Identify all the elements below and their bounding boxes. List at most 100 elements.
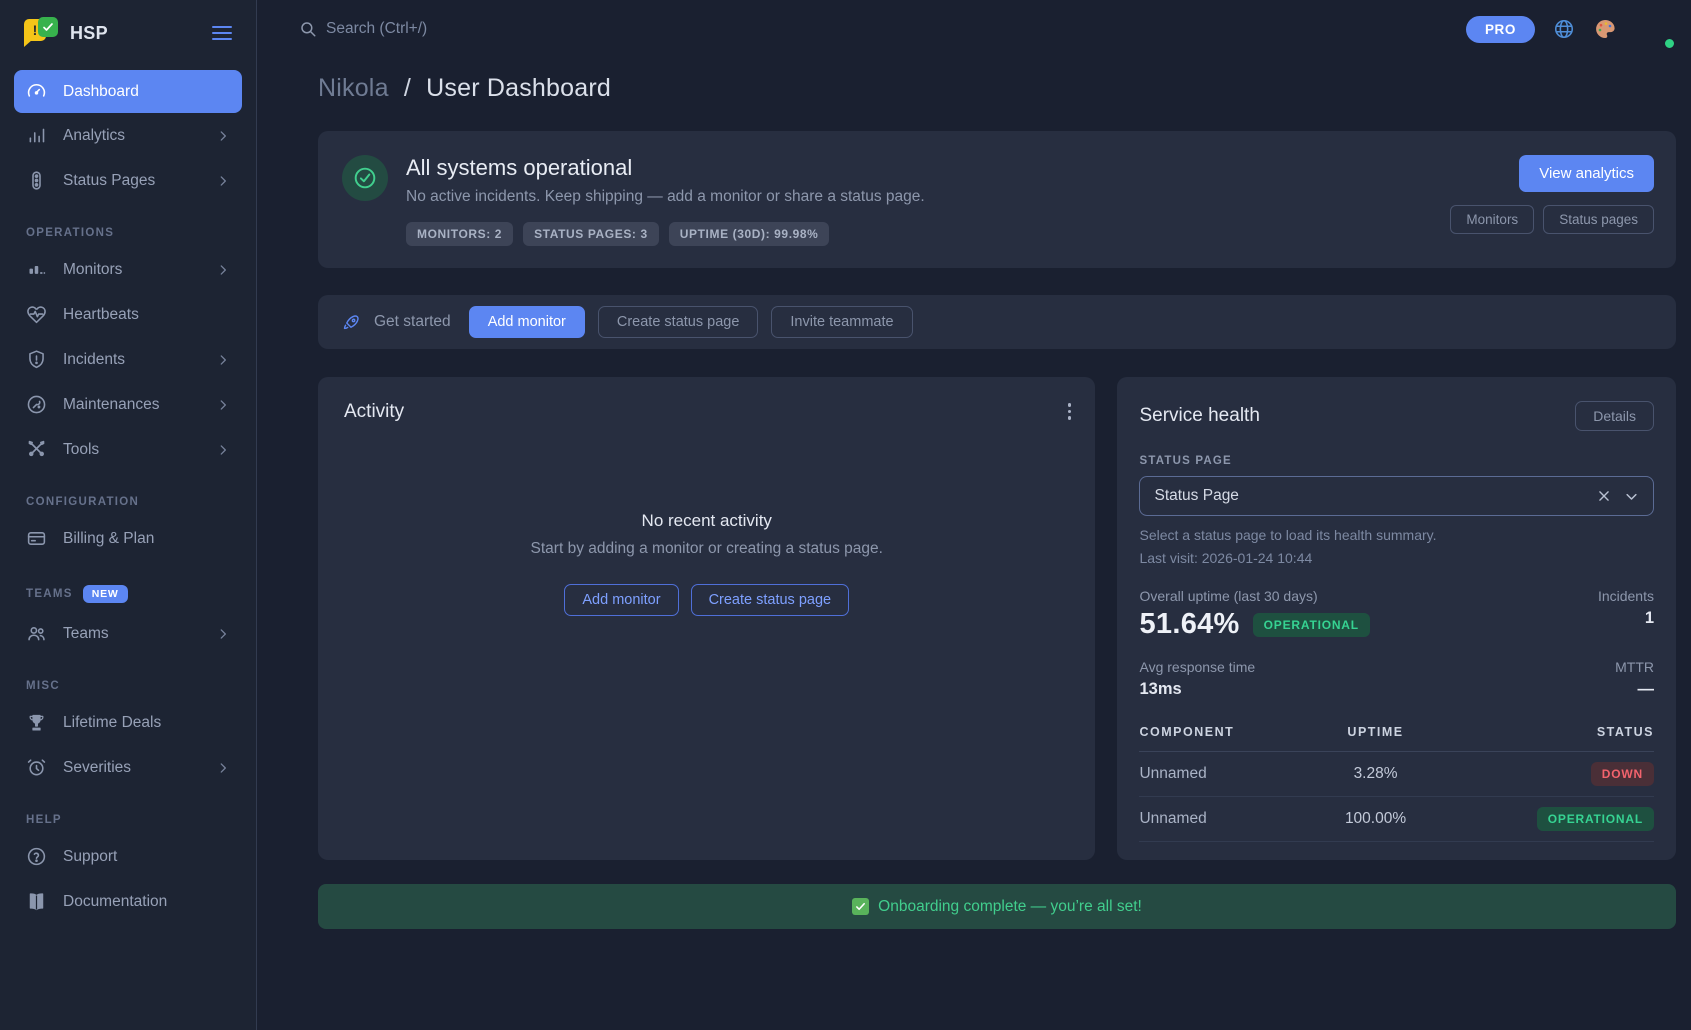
get-started-bar: Get started Add monitor Create status pa… [318,295,1676,349]
uptime-30d-chip: UPTIME (30D): 99.98% [669,222,830,246]
sidebar-item-incidents[interactable]: Incidents [0,337,256,382]
select-helper-text: Select a status page to load its health … [1139,527,1654,543]
activity-card: Activity No recent activity Start by add… [318,377,1095,860]
invite-teammate-button[interactable]: Invite teammate [771,306,912,338]
sidebar-item-dashboard[interactable]: Dashboard [14,70,242,113]
hero-stat-chips: MONITORS: 2 STATUS PAGES: 3 UPTIME (30D)… [406,222,925,246]
chevron-right-icon [216,443,230,457]
create-status-page-button[interactable]: Create status page [598,306,759,338]
sidebar-item-documentation[interactable]: Documentation [0,879,256,924]
empty-create-status-page-button[interactable]: Create status page [691,584,850,616]
sidebar-item-monitors[interactable]: Monitors [0,247,256,292]
activity-empty-state: No recent activity Start by adding a mon… [344,511,1069,616]
details-button[interactable]: Details [1575,401,1654,431]
sidebar-item-teams[interactable]: Teams [0,611,256,656]
topbar: PRO [257,0,1691,58]
column-header-component: COMPONENT [1139,717,1317,752]
pro-badge[interactable]: PRO [1466,16,1535,43]
sidebar-item-maintenances[interactable]: Maintenances [0,382,256,427]
status-page-select[interactable]: Status Page [1139,476,1654,516]
sidebar-section-misc: MISC [0,656,256,700]
component-name: Unnamed [1139,797,1317,842]
brand-header: ! HSP [0,0,256,66]
status-pages-count-chip: STATUS PAGES: 3 [523,222,659,246]
bar-chart-icon [26,125,47,146]
sidebar-item-severities[interactable]: Severities [0,745,256,790]
components-table: COMPONENT UPTIME STATUS Unnamed 3.28% DO… [1139,717,1654,842]
sidebar-item-billing-plan[interactable]: Billing & Plan [0,516,256,561]
column-header-status: STATUS [1433,717,1654,752]
sidebar-item-label: Severities [63,759,200,777]
sidebar-item-label: Documentation [63,893,230,911]
monitors-count-chip: MONITORS: 2 [406,222,513,246]
kebab-menu-icon[interactable] [1064,399,1076,424]
sidebar-item-label: Billing & Plan [63,530,230,548]
user-avatar[interactable] [1635,9,1675,49]
sidebar-section-operations: OPERATIONS [0,203,256,247]
check-circle-icon [342,155,388,201]
help-circle-icon [26,846,47,867]
sidebar-item-support[interactable]: Support [0,834,256,879]
component-uptime: 3.28% [1318,752,1433,797]
traffic-light-icon [26,170,47,191]
topbar-right: PRO [1466,9,1675,49]
add-monitor-button[interactable]: Add monitor [469,306,585,338]
sidebar-section-help: HELP [0,790,256,834]
search-input[interactable] [326,20,546,38]
chevron-right-icon [216,129,230,143]
hero-actions: View analytics Monitors Status pages [1450,155,1654,246]
onboarding-banner-text: Onboarding complete — you’re all set! [878,898,1142,916]
component-name: Unnamed [1139,752,1317,797]
chevron-right-icon [216,174,230,188]
avg-response-label: Avg response time [1139,659,1255,675]
sidebar-collapse-icon[interactable] [212,26,232,40]
component-uptime: 100.00% [1318,797,1433,842]
chevron-down-icon[interactable] [1624,489,1639,504]
overall-uptime-value: 51.64% [1139,608,1239,641]
alarm-clock-icon [26,757,47,778]
global-search[interactable] [299,20,546,38]
breadcrumb: Nikola / User Dashboard [318,74,1676,103]
theme-palette-icon[interactable] [1593,17,1617,41]
tools-icon [26,439,47,460]
view-analytics-button[interactable]: View analytics [1519,155,1654,192]
users-icon [26,623,47,644]
chart-columns-icon [26,259,47,280]
last-visit-text: Last visit: 2026-01-24 10:44 [1139,550,1654,566]
sidebar-nav: Dashboard Analytics Status Pages OPERATI… [0,66,256,924]
operational-status-badge: OPERATIONAL [1253,613,1370,637]
clear-selection-icon[interactable] [1597,489,1611,503]
sidebar-item-analytics[interactable]: Analytics [0,113,256,158]
status-pages-button[interactable]: Status pages [1543,205,1654,234]
empty-state-subtitle: Start by adding a monitor or creating a … [344,540,1069,558]
sidebar-item-label: Support [63,848,230,866]
status-page-selected-value: Status Page [1154,487,1597,505]
globe-icon[interactable] [1553,18,1575,40]
service-health-title: Service health [1139,405,1259,427]
sidebar: ! HSP Dashboard Analytics [0,0,257,1030]
onboarding-complete-banner: Onboarding complete — you’re all set! [318,884,1676,929]
chevron-right-icon [216,627,230,641]
chevron-right-icon [216,353,230,367]
overall-uptime-label: Overall uptime (last 30 days) [1139,588,1369,604]
sidebar-item-lifetime-deals[interactable]: Lifetime Deals [0,700,256,745]
rocket-icon [342,313,361,332]
hero-title: All systems operational [406,155,925,181]
down-status-badge: DOWN [1591,762,1654,786]
sidebar-item-tools[interactable]: Tools [0,427,256,472]
breadcrumb-parent[interactable]: Nikola [318,74,389,102]
online-status-dot [1663,37,1676,50]
empty-add-monitor-button[interactable]: Add monitor [564,584,678,616]
mttr-value: — [1615,680,1654,699]
systems-status-card: All systems operational No active incide… [318,131,1676,268]
incidents-value: 1 [1598,609,1654,628]
sidebar-item-status-pages[interactable]: Status Pages [0,158,256,203]
sidebar-item-label: Heartbeats [63,306,230,324]
monitors-button[interactable]: Monitors [1450,205,1534,234]
page-content: Nikola / User Dashboard All systems oper… [257,58,1691,929]
column-header-uptime: UPTIME [1318,717,1433,752]
service-health-card: Service health Details STATUS PAGE Statu… [1117,377,1676,860]
empty-state-title: No recent activity [344,511,1069,531]
sidebar-item-heartbeats[interactable]: Heartbeats [0,292,256,337]
table-row: Unnamed 100.00% OPERATIONAL [1139,797,1654,842]
